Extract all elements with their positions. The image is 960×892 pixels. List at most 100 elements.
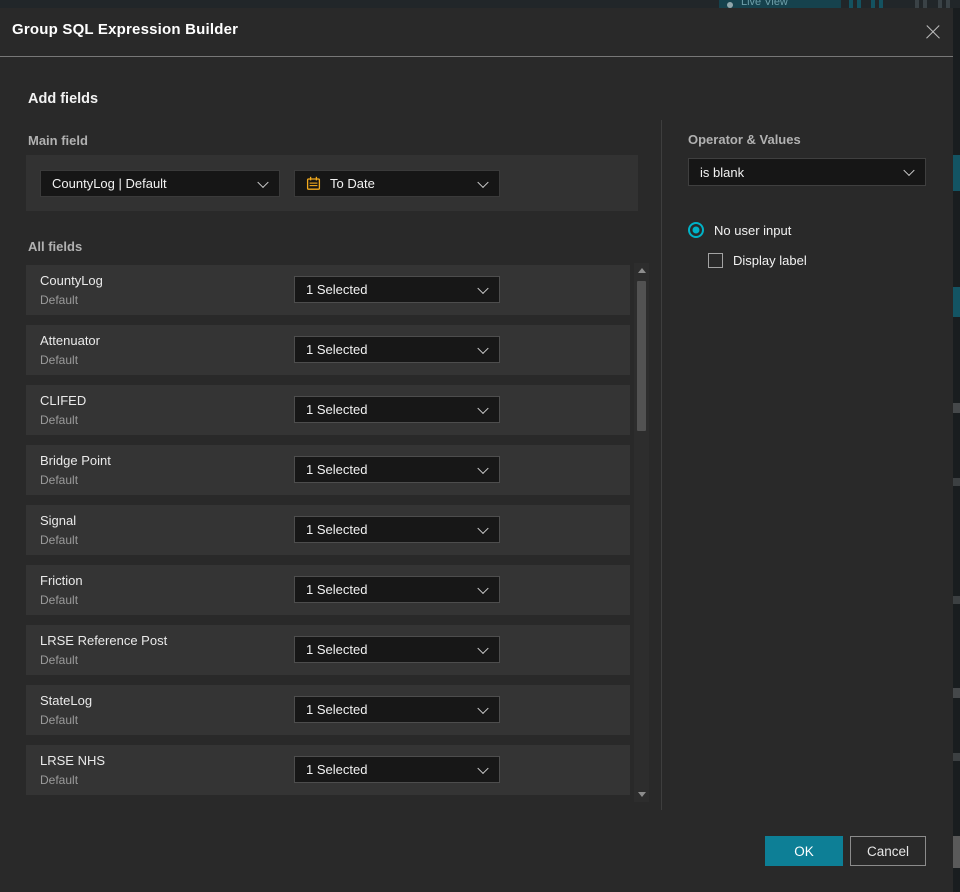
field-name: CLIFED [40,393,87,408]
field-selected-value: 1 Selected [306,402,368,417]
main-field-container: CountyLog | Default To Date [26,155,638,211]
toolbar-bar-icon [938,0,942,8]
chevron-down-icon [257,176,269,188]
field-selected-value: 1 Selected [306,702,368,717]
close-icon [922,21,944,43]
main-field-dropdown[interactable]: CountyLog | Default [40,170,280,197]
field-subtitle: Default [40,353,79,367]
scrollbar-thumb[interactable] [637,281,646,431]
field-row-attenuator: Attenuator Default 1 Selected [26,325,630,375]
field-selected-dropdown[interactable]: 1 Selected [294,756,500,783]
field-selected-value: 1 Selected [306,762,368,777]
background-toolbar-strip: Live View [0,0,960,8]
field-selected-value: 1 Selected [306,282,368,297]
field-name: Bridge Point [40,453,111,468]
field-selected-dropdown[interactable]: 1 Selected [294,276,500,303]
chevron-down-icon [477,702,489,714]
background-app-edge-fragment [953,596,960,604]
toolbar-bar-icon [946,0,950,8]
field-subtitle: Default [40,653,79,667]
field-selected-value: 1 Selected [306,462,368,477]
cancel-button[interactable]: Cancel [850,836,926,866]
main-field-dropdown-value: CountyLog | Default [52,176,167,191]
background-app-edge-fragment [953,155,960,191]
field-subtitle: Default [40,713,79,727]
toolbar-bar-icon [849,0,853,8]
operator-dropdown[interactable]: is blank [688,158,926,186]
field-name: Signal [40,513,77,528]
chevron-down-icon [477,402,489,414]
field-selected-dropdown[interactable]: 1 Selected [294,576,500,603]
radio-dot [692,226,700,234]
live-view-label: Live View [741,0,788,8]
field-selected-value: 1 Selected [306,342,368,357]
operator-dropdown-value: is blank [700,164,745,180]
background-app-edge-fragment [953,688,960,698]
field-name: CountyLog [40,273,103,288]
toolbar-bar-icon [857,0,861,8]
scrollbar-up-arrow-icon[interactable] [637,268,646,273]
field-subtitle: Default [40,293,79,307]
chevron-down-icon [477,176,489,188]
toolbar-bar-icon [915,0,919,8]
field-row-clifed: CLIFED Default 1 Selected [26,385,630,435]
date-type-dropdown-value: To Date [330,176,375,191]
group-sql-expression-builder-dialog: Group SQL Expression Builder Add fields … [0,8,953,892]
no-user-input-radio[interactable]: No user input [688,222,791,238]
field-selected-dropdown[interactable]: 1 Selected [294,336,500,363]
field-name: Attenuator [40,333,100,348]
close-button[interactable] [922,21,944,43]
field-subtitle: Default [40,533,79,547]
chevron-down-icon [477,282,489,294]
field-row-friction: Friction Default 1 Selected [26,565,630,615]
field-selected-dropdown[interactable]: 1 Selected [294,516,500,543]
add-fields-heading: Add fields [28,91,99,107]
field-name: StateLog [40,693,93,708]
all-fields-label: All fields [28,239,83,254]
dialog-header: Group SQL Expression Builder [0,8,953,57]
field-selected-value: 1 Selected [306,522,368,537]
field-subtitle: Default [40,473,79,487]
toolbar-bar-icon [879,0,883,8]
background-app-edge-fragment [953,478,960,486]
ok-button[interactable]: OK [765,836,843,866]
field-subtitle: Default [40,773,79,787]
background-app-edge-sliver [953,8,960,892]
field-selected-value: 1 Selected [306,582,368,597]
scrollbar-down-arrow-icon[interactable] [637,792,646,797]
field-selected-dropdown[interactable]: 1 Selected [294,396,500,423]
background-app-edge-fragment [953,836,960,868]
display-label-label: Display label [733,253,807,268]
background-app-edge-fragment [953,403,960,413]
operator-values-label: Operator & Values [688,132,801,147]
fields-list-scrollbar[interactable] [634,263,649,802]
toolbar-bar-icon [923,0,927,8]
dialog-title: Group SQL Expression Builder [12,21,239,38]
screen: Live View Group SQL Expression Builder A… [0,0,960,892]
field-name: LRSE Reference Post [40,633,168,648]
chevron-down-icon [477,582,489,594]
background-app-edge-fragment [953,287,960,317]
field-row-lrse-nhs: LRSE NHS Default 1 Selected [26,745,630,795]
field-subtitle: Default [40,593,79,607]
display-label-checkbox[interactable]: Display label [708,253,807,268]
chevron-down-icon [477,342,489,354]
panel-divider [661,120,662,810]
checkbox-unchecked-icon [708,253,723,268]
background-app-edge-fragment [953,753,960,761]
radio-selected-icon [688,222,704,238]
field-name: Friction [40,573,83,588]
calendar-icon [306,176,321,191]
field-selected-value: 1 Selected [306,642,368,657]
chevron-down-icon [477,522,489,534]
chevron-down-icon [477,462,489,474]
field-row-lrse-reference-post: LRSE Reference Post Default 1 Selected [26,625,630,675]
field-selected-dropdown[interactable]: 1 Selected [294,456,500,483]
field-subtitle: Default [40,413,79,427]
chevron-down-icon [477,642,489,654]
field-row-countylog: CountyLog Default 1 Selected [26,265,630,315]
date-type-dropdown[interactable]: To Date [294,170,500,197]
field-selected-dropdown[interactable]: 1 Selected [294,696,500,723]
chevron-down-icon [477,762,489,774]
field-selected-dropdown[interactable]: 1 Selected [294,636,500,663]
